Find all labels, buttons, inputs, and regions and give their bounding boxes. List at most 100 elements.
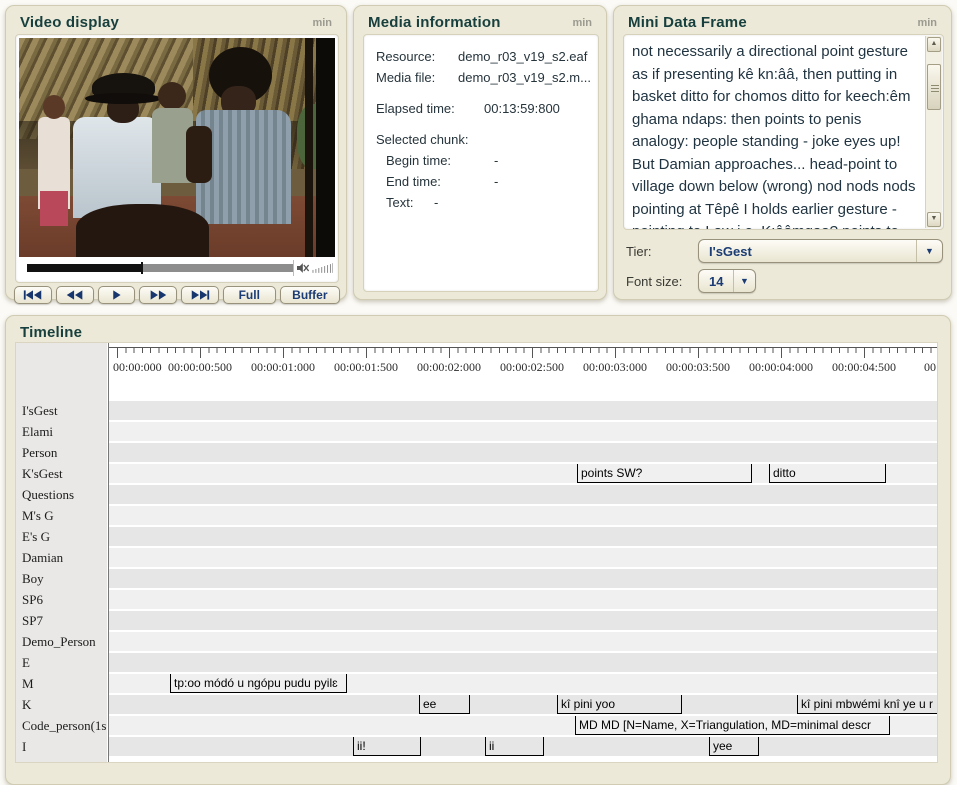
tier-label[interactable]: Person	[22, 442, 106, 463]
timeline-row[interactable]	[109, 485, 937, 504]
tier-label[interactable]: Boy	[22, 568, 106, 589]
video-player	[15, 34, 339, 283]
media-minimize-button[interactable]: min	[572, 17, 592, 29]
skip-to-start-button[interactable]	[14, 286, 52, 304]
annotation-box[interactable]: ii	[485, 737, 544, 756]
play-button[interactable]	[98, 286, 136, 304]
full-button[interactable]: Full	[223, 286, 276, 304]
chevron-down-icon: ▼	[733, 270, 755, 292]
annotation-box[interactable]: kî pini yoo	[557, 695, 682, 714]
sitting-children	[76, 204, 209, 257]
timeline-row[interactable]	[109, 590, 937, 609]
mute-icon[interactable]	[297, 262, 310, 274]
fast-forward-button[interactable]	[139, 286, 177, 304]
timeline-panel-title: Timeline	[20, 324, 82, 341]
mini-scrollbar[interactable]: ▲ ▼	[925, 36, 942, 228]
tier-label[interactable]: E's G	[22, 526, 106, 547]
annotation-box[interactable]: points SW?	[577, 464, 752, 483]
skip-to-end-button[interactable]	[181, 286, 219, 304]
tier-label[interactable]: SP7	[22, 610, 106, 631]
mini-panel-title: Mini Data Frame	[628, 14, 747, 31]
ruler-time-label: 00:00:02:000	[417, 360, 481, 375]
timeline-panel: Timeline I'sGestElamiPersonK'sGestQuesti…	[5, 315, 951, 785]
timeline-row[interactable]	[109, 548, 937, 567]
annotation-box[interactable]: ii!	[353, 737, 421, 756]
man-left-shirt	[73, 117, 161, 218]
tier-label[interactable]: I'sGest	[22, 400, 106, 421]
video-minimize-button[interactable]: min	[312, 17, 332, 29]
buffer-button[interactable]: Buffer	[280, 286, 340, 304]
selected-chunk-label: Selected chunk:	[376, 132, 469, 147]
rewind-button[interactable]	[56, 286, 94, 304]
volume-bars-icon[interactable]	[312, 262, 333, 274]
timeline-row[interactable]	[109, 611, 937, 630]
tier-label[interactable]: M's G	[22, 505, 106, 526]
timeline-row[interactable]	[109, 632, 937, 651]
seek-bar[interactable]	[27, 264, 293, 272]
scroll-down-icon[interactable]: ▼	[927, 212, 941, 227]
ruler-time-label: 00:00:03:000	[583, 360, 647, 375]
dark-edge-right	[316, 38, 335, 257]
volume-area	[293, 260, 333, 276]
tier-label[interactable]: Damian	[22, 547, 106, 568]
tier-label[interactable]: Questions	[22, 484, 106, 505]
media-panel-header: Media information min	[354, 6, 606, 35]
mini-minimize-button[interactable]: min	[917, 17, 937, 29]
begin-time-value: -	[494, 153, 498, 168]
mini-panel-header: Mini Data Frame min	[614, 6, 951, 35]
child-left-skirt	[40, 191, 68, 226]
annotation-box[interactable]: kî pini mbwémi knî ye u r	[797, 695, 938, 714]
font-size-label: Font size:	[626, 274, 698, 289]
media-info-box: Resource:demo_r03_v19_s2.eaf Media file:…	[363, 34, 599, 292]
tier-label[interactable]: Demo_Person	[22, 631, 106, 652]
tier-label[interactable]: K	[22, 694, 106, 715]
pole	[305, 38, 313, 257]
video-frame[interactable]	[19, 38, 335, 257]
timeline-row[interactable]	[109, 422, 937, 441]
annotation-box[interactable]: yee	[709, 737, 759, 756]
timeline-content: I'sGestElamiPersonK'sGestQuestionsM's GE…	[15, 342, 938, 763]
timeline-row[interactable]	[109, 569, 937, 588]
seek-playhead[interactable]	[141, 262, 143, 274]
font-size-value: 14	[709, 274, 723, 289]
scroll-up-icon[interactable]: ▲	[927, 37, 941, 52]
ruler-time-label: 00:00:03:500	[666, 360, 730, 375]
text-label: Text:	[386, 195, 434, 210]
mini-data-text-area[interactable]: not necessarily a directional point gest…	[623, 34, 944, 230]
annotation-box[interactable]: ditto	[769, 464, 886, 483]
timeline-row[interactable]	[109, 401, 937, 420]
ruler-time-label: 00:00:02:500	[500, 360, 564, 375]
tier-label[interactable]: E	[22, 652, 106, 673]
timeline-row[interactable]	[109, 653, 937, 672]
child-left-head	[43, 95, 65, 119]
annotation-box[interactable]: tp:oo módó u ngópu pudu pyilɛ	[170, 674, 347, 693]
timeline-row[interactable]	[109, 443, 937, 462]
tier-label[interactable]: SP6	[22, 589, 106, 610]
scrollbar-thumb[interactable]	[927, 64, 941, 110]
ruler-time-label: 00:00:000	[113, 360, 162, 375]
begin-time-label: Begin time:	[386, 153, 494, 168]
video-display-panel: Video display min	[5, 5, 347, 300]
resource-value: demo_r03_v19_s2.eaf	[458, 49, 587, 64]
tier-label[interactable]: M	[22, 673, 106, 694]
tier-label[interactable]: I	[22, 736, 106, 757]
tier-row: Tier: I'sGest ▼	[626, 239, 943, 263]
media-file-value: demo_r03_v19_s2.m...	[458, 70, 591, 85]
timeline-row[interactable]	[109, 527, 937, 546]
media-information-panel: Media information min Resource:demo_r03_…	[353, 5, 607, 300]
chevron-down-icon: ▼	[916, 240, 942, 262]
annotation-box[interactable]: MD MD [N=Name, X=Triangulation, MD=minim…	[575, 716, 890, 735]
elapsed-time-label: Elapsed time:	[376, 101, 484, 116]
font-size-select[interactable]: 14 ▼	[698, 269, 756, 293]
tier-label[interactable]: Elami	[22, 421, 106, 442]
tier-label[interactable]: K'sGest	[22, 463, 106, 484]
text-value: -	[434, 195, 438, 210]
annotation-box[interactable]: ee	[419, 695, 470, 714]
end-time-value: -	[494, 174, 498, 189]
media-file-label: Media file:	[376, 70, 458, 85]
tier-label: Tier:	[626, 244, 698, 259]
timeline-row[interactable]	[109, 506, 937, 525]
video-panel-header: Video display min	[6, 6, 346, 35]
tier-label[interactable]: Code_person(1s	[22, 715, 106, 736]
tier-select[interactable]: I'sGest ▼	[698, 239, 943, 263]
